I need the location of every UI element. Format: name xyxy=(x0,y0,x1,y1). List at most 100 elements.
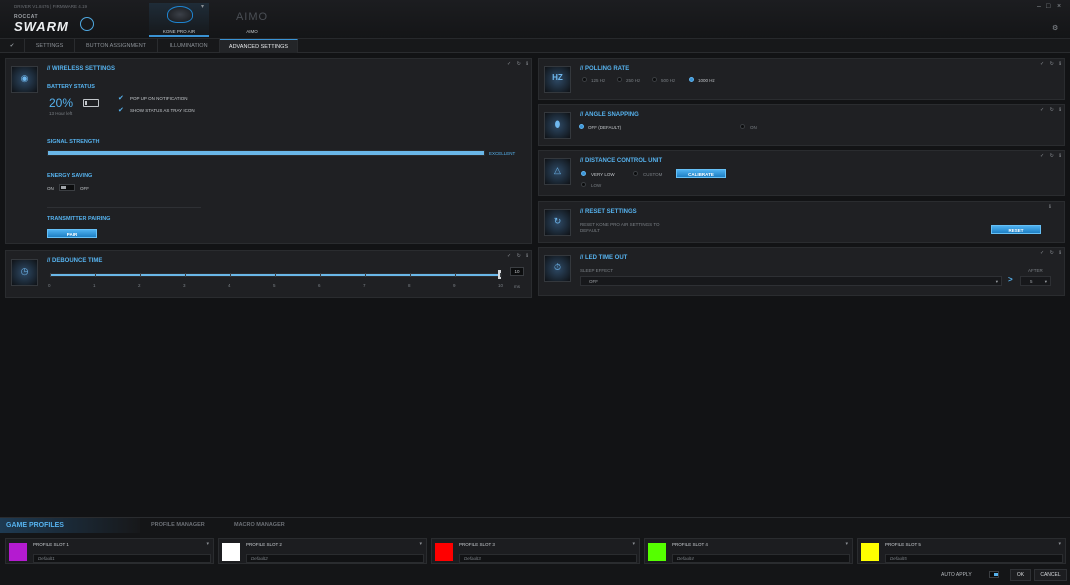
sleep-effect-select[interactable]: OFF ▾ xyxy=(580,276,1002,286)
sleep-effect-label: SLEEP EFFECT xyxy=(580,268,614,273)
panel-title: // POLLING RATE xyxy=(580,66,630,72)
profile-name-input[interactable]: Default5 xyxy=(885,554,1063,563)
debounce-tick-mark xyxy=(230,273,231,277)
energy-toggle[interactable] xyxy=(59,184,75,191)
tab-illumination[interactable]: ILLUMINATION xyxy=(158,39,220,53)
auto-apply-toggle[interactable] xyxy=(989,571,999,578)
swarm-logo-icon xyxy=(80,17,94,31)
tab-button-assignment[interactable]: BUTTON ASSIGNMENT xyxy=(75,39,158,53)
profile-slot-2[interactable]: PROFILE SLOT 2 ▾ Default2 xyxy=(218,538,427,564)
profile-name-input[interactable]: Default3 xyxy=(459,554,637,563)
tray-checkbox[interactable]: ✔ xyxy=(118,106,124,114)
reset-button[interactable]: RESET xyxy=(991,225,1041,234)
distance-custom-radio[interactable] xyxy=(633,171,638,176)
profile-color-swatch[interactable] xyxy=(861,543,879,561)
distance-very-low-radio[interactable] xyxy=(581,171,586,176)
panel-controls-icon[interactable]: ✓ ↻ ℹ xyxy=(1040,107,1063,113)
profile-color-swatch[interactable] xyxy=(9,543,27,561)
profile-color-swatch[interactable] xyxy=(648,543,666,561)
popup-checkbox[interactable]: ✔ xyxy=(118,94,124,102)
after-label: AFTER xyxy=(1028,268,1043,273)
panel-title: // LED TIME OUT xyxy=(580,255,628,261)
chevron-down-icon[interactable]: ▾ xyxy=(206,541,209,547)
distance-low-radio[interactable] xyxy=(581,182,586,187)
timer-icon: ◷ xyxy=(11,259,38,286)
panel-controls-icon[interactable]: ✓ ↻ ℹ xyxy=(1040,61,1063,67)
calibrate-button[interactable]: CALIBRATE xyxy=(676,169,726,178)
device-dropdown-icon[interactable]: ▾ xyxy=(201,3,204,10)
profile-name-input[interactable]: Default1 xyxy=(33,554,211,563)
debounce-slider[interactable] xyxy=(50,273,502,277)
debounce-tick-label: 4 xyxy=(228,283,231,288)
debounce-tick-mark xyxy=(275,273,276,277)
chevron-down-icon[interactable]: ▾ xyxy=(1058,541,1061,547)
debounce-time-panel: ◷ // DEBOUNCE TIME ✓ ↻ ℹ 0 1 2 3 4 5 6 7 8 9 10 10… xyxy=(5,250,532,298)
angle-snapping-panel: ⬮ // ANGLE SNAPPING ✓ ↻ ℹ OFF (DEFAULT) … xyxy=(538,104,1065,146)
after-select[interactable]: 5 ▾ xyxy=(1020,276,1051,286)
debounce-value[interactable]: 10 xyxy=(510,267,524,276)
chevron-down-icon[interactable]: ▾ xyxy=(419,541,422,547)
tab-advanced-settings[interactable]: ADVANCED SETTINGS xyxy=(220,39,298,53)
debounce-tick-label: 9 xyxy=(453,283,456,288)
angle-off-label: OFF (DEFAULT) xyxy=(588,125,622,130)
polling-500-radio[interactable] xyxy=(652,77,657,82)
wireless-settings-panel: ◉ // WIRELESS SETTINGS ✓ ↻ ℹ BATTERY STA… xyxy=(5,58,532,244)
battery-value: 20% xyxy=(49,96,74,110)
chevron-down-icon: ▾ xyxy=(995,279,998,284)
maximize-icon[interactable]: □ xyxy=(1046,3,1050,10)
minimize-icon[interactable]: – xyxy=(1037,3,1041,10)
panel-info-icon[interactable]: ℹ xyxy=(1049,204,1053,210)
debounce-tick-label: 10 xyxy=(498,283,504,288)
debounce-tick-label: 8 xyxy=(408,283,411,288)
profile-color-swatch[interactable] xyxy=(222,543,240,561)
battery-fill xyxy=(85,101,88,105)
angle-off-radio[interactable] xyxy=(579,124,584,129)
panel-controls-icon[interactable]: ✓ ↻ ℹ xyxy=(507,253,530,259)
profile-slot-4[interactable]: PROFILE SLOT 4 ▾ Default4 xyxy=(644,538,853,564)
tab-profile-manager[interactable]: PROFILE MANAGER xyxy=(151,522,205,528)
pin-icon[interactable]: ✔ xyxy=(0,39,25,53)
device-tab-aimo[interactable]: AIMO AIMO xyxy=(222,3,282,37)
stopwatch-icon: ⏱ xyxy=(544,255,571,282)
angle-on-radio[interactable] xyxy=(740,124,745,129)
debounce-unit: ms xyxy=(514,284,520,289)
chevron-down-icon[interactable]: ▾ xyxy=(845,541,848,547)
debounce-tick-label: 3 xyxy=(183,283,186,288)
ok-button[interactable]: OK xyxy=(1010,569,1031,581)
chevron-down-icon[interactable]: ▾ xyxy=(632,541,635,547)
debounce-tick-mark xyxy=(320,273,321,277)
profile-slot-1[interactable]: PROFILE SLOT 1 ▾ Default1 xyxy=(5,538,214,564)
cancel-button[interactable]: CANCEL xyxy=(1034,569,1067,581)
auto-apply-label: AUTO APPLY xyxy=(941,572,972,578)
tray-label: SHOW STATUS AS TRAY ICON xyxy=(130,108,195,113)
gear-icon[interactable]: ⚙ xyxy=(1052,24,1058,32)
battery-time: 13 Hour left xyxy=(49,111,73,116)
profile-name-input[interactable]: Default4 xyxy=(672,554,850,563)
profile-slot-3[interactable]: PROFILE SLOT 3 ▾ Default3 xyxy=(431,538,640,564)
profile-slot-name: PROFILE SLOT 2 xyxy=(246,542,282,547)
debounce-tick-mark xyxy=(185,273,186,277)
panel-title: // DEBOUNCE TIME xyxy=(47,258,103,264)
debounce-tick-mark xyxy=(455,273,456,277)
aimo-logo-icon: AIMO xyxy=(235,11,269,23)
profile-slot-name: PROFILE SLOT 4 xyxy=(672,542,708,547)
panel-controls-icon[interactable]: ✓ ↻ ℹ xyxy=(1040,250,1063,256)
tab-game-profiles[interactable]: GAME PROFILES xyxy=(0,518,140,533)
profile-name-input[interactable]: Default2 xyxy=(246,554,424,563)
tab-macro-manager[interactable]: MACRO MANAGER xyxy=(234,522,285,528)
debounce-tick-mark xyxy=(365,273,366,277)
tab-settings[interactable]: SETTINGS xyxy=(25,39,75,53)
polling-125-radio[interactable] xyxy=(582,77,587,82)
panel-controls-icon[interactable]: ✓ ↻ ℹ xyxy=(1040,153,1063,159)
device-tab-kone-pro-air[interactable]: KONE PRO AIR xyxy=(149,3,209,37)
profile-color-swatch[interactable] xyxy=(435,543,453,561)
panel-controls-icon[interactable]: ✓ ↻ ℹ xyxy=(507,61,530,67)
close-icon[interactable]: × xyxy=(1057,3,1061,10)
polling-option-label: 500 Hz xyxy=(661,78,676,83)
polling-1000-radio[interactable] xyxy=(689,77,694,82)
polling-250-radio[interactable] xyxy=(617,77,622,82)
distance-very-low-label: VERY LOW xyxy=(591,172,615,177)
profile-slot-name: PROFILE SLOT 5 xyxy=(885,542,921,547)
profile-slot-5[interactable]: PROFILE SLOT 5 ▾ Default5 xyxy=(857,538,1066,564)
pair-button[interactable]: PAIR xyxy=(47,229,97,238)
